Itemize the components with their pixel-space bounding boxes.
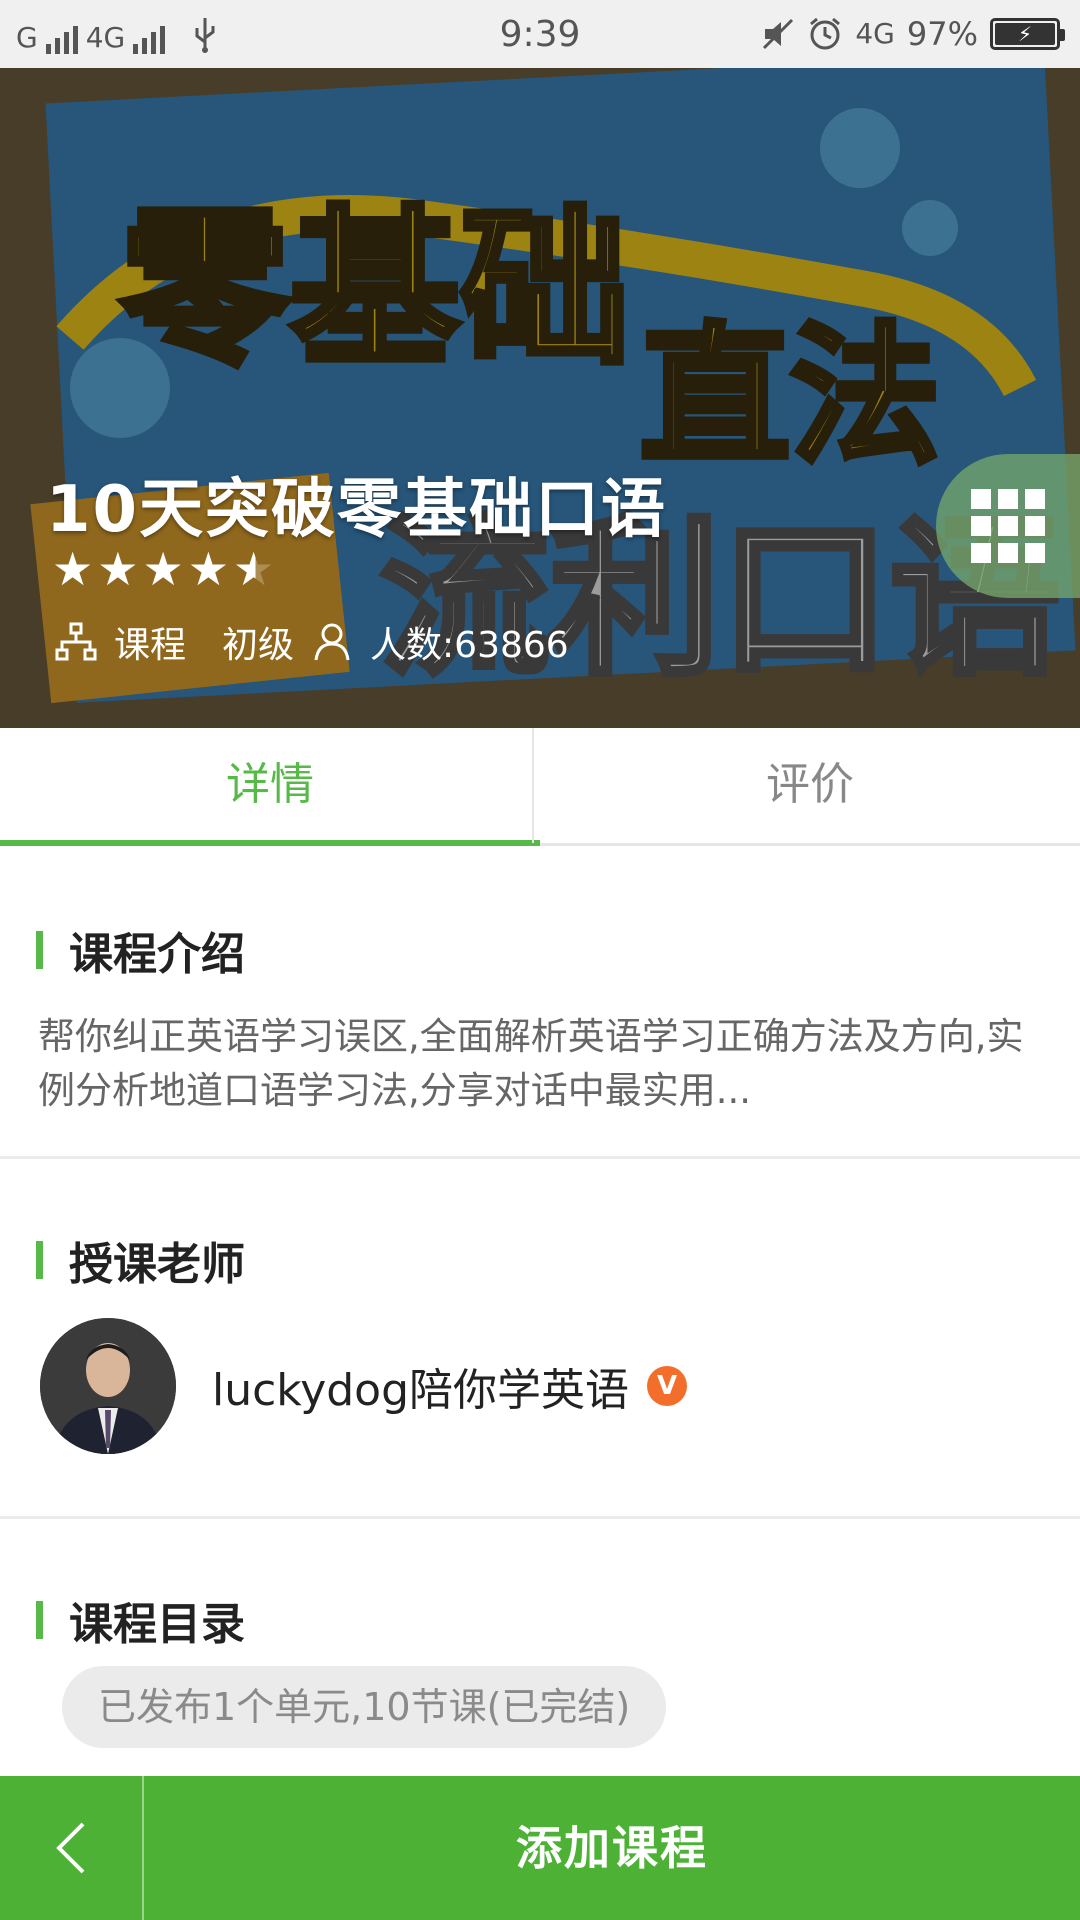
catalog-heading: 课程目录 xyxy=(36,1588,245,1652)
catalog-summary[interactable]: 已发布1个单元,10节课(已完结) xyxy=(62,1666,667,1748)
course-banner: 零基础 直法 流利口语 10天突破零基础口语 ★ ★ ★ ★ ★ 课程 初级 人… xyxy=(0,68,1080,728)
star-icon: ★ xyxy=(142,542,184,596)
course-meta: 课程 初级 人数:63866 xyxy=(54,616,569,668)
status-bar: G 4G 9:39 4G 97% ⚡ xyxy=(0,0,1080,68)
bottom-action-bar: 添加课程 xyxy=(0,1776,1080,1920)
star-icon: ★ xyxy=(187,542,229,596)
avatar-image xyxy=(40,1318,176,1454)
network-label: 4G xyxy=(855,17,895,50)
learners-label: 人数: xyxy=(370,625,455,666)
mute-icon xyxy=(763,18,794,50)
teacher-name[interactable]: luckydog陪你学英语 xyxy=(212,1354,629,1418)
course-title: 10天突破零基础口语 xyxy=(46,473,668,547)
star-icon: ★ xyxy=(97,542,139,596)
star-icon: ★ xyxy=(52,542,94,596)
alarm-icon xyxy=(810,17,841,50)
add-course-button[interactable]: 添加课程 xyxy=(144,1776,1080,1920)
tab-details[interactable]: 详情 xyxy=(0,728,540,846)
back-button[interactable] xyxy=(0,1776,144,1920)
section-accent-bar xyxy=(36,931,43,969)
section-accent-bar xyxy=(36,1601,43,1639)
detail-tabs: 详情 评价 xyxy=(0,728,1080,846)
intro-heading: 课程介绍 xyxy=(36,918,245,982)
catalog-heading-label: 课程目录 xyxy=(69,1599,245,1650)
intro-heading-label: 课程介绍 xyxy=(69,929,245,980)
grid-icon xyxy=(971,489,1045,563)
divider xyxy=(0,1516,1080,1519)
learners: 人数:63866 xyxy=(370,616,569,668)
battery-icon: ⚡ xyxy=(990,18,1065,50)
teacher-heading: 授课老师 xyxy=(36,1228,245,1292)
section-accent-bar xyxy=(36,1241,43,1279)
status-right: 4G 97% ⚡ xyxy=(761,12,1065,56)
chevron-left-icon xyxy=(56,1822,85,1874)
tab-reviews[interactable]: 评价 xyxy=(540,728,1080,843)
tab-divider xyxy=(532,728,534,843)
teacher-avatar[interactable] xyxy=(40,1318,176,1454)
learners-count: 63866 xyxy=(454,625,569,666)
rating-stars: ★ ★ ★ ★ ★ xyxy=(52,546,274,592)
person-icon xyxy=(314,623,350,661)
divider xyxy=(0,1156,1080,1159)
intro-text[interactable]: 帮你纠正英语学习误区,全面解析英语学习正确方法及方向,实例分析地道口语学习法,分… xyxy=(38,1010,1048,1118)
teacher-heading-label: 授课老师 xyxy=(69,1239,245,1290)
half-star-icon: ★ xyxy=(233,542,275,596)
teacher-row[interactable]: luckydog陪你学英语 V xyxy=(40,1318,688,1454)
course-type: 课程 xyxy=(114,625,187,666)
menu-grid-button[interactable] xyxy=(936,454,1080,598)
hierarchy-icon xyxy=(55,622,97,661)
verified-badge: V xyxy=(647,1366,688,1406)
battery-percent: 97% xyxy=(906,15,978,53)
course-level: 初级 xyxy=(222,625,295,666)
